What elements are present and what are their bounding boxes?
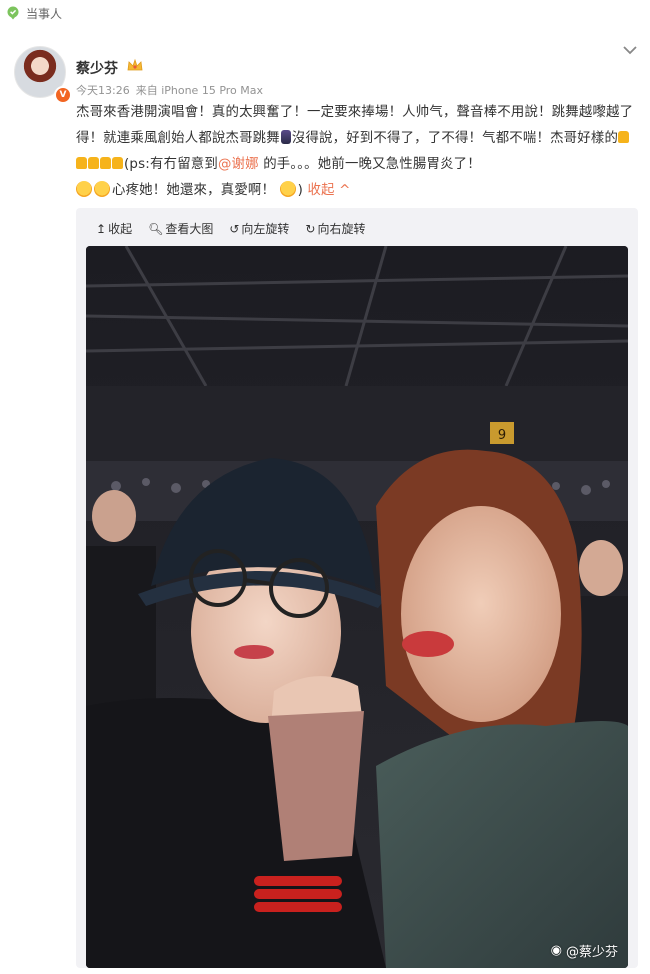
media-toolbar: ↥ 收起 🔍︎ 查看大图 ↺ 向左旋转 ↻ 向右旋转 [96,220,365,237]
crown-icon [127,58,143,71]
weibo-logo-icon: ◉ [550,943,562,958]
text-part2: 沒得說，好到不得了，了不得！气都不喘！杰哥好樣的 [291,131,619,146]
photo-watermark: ◉ @蔡少芬 [550,943,618,960]
section-number: 9 [498,428,506,443]
post-text: 杰哥來香港開演唱會！真的太興奮了！一定要來捧場！人帅气，聲音棒不用說！跳舞越嚟越… [76,100,636,204]
thumbs-up-icon [76,157,87,169]
thumbs-up-icon [100,157,111,169]
thumbs-up-icon [88,157,99,169]
collapse-image-button[interactable]: ↥ 收起 [96,220,132,237]
location-pin-icon [7,6,19,20]
username[interactable]: 蔡少芬 [76,58,118,78]
post-source: 来自 iPhone 15 Pro Max [135,84,264,97]
thumbs-up-icon [618,131,630,143]
text-part3: (ps:有冇留意到 [124,157,218,172]
crying-face-icon [94,181,110,197]
text-part5: 心疼她！她還來，真愛啊！ [112,183,276,198]
crying-face-icon [76,181,92,197]
text-part4: 的手。。。她前一晚又急性腸胃炎了！ [258,157,481,172]
collapse-link[interactable]: 收起 ^ [307,183,350,198]
topic-tag-label: 当事人 [26,6,63,21]
text-part6: ) [297,183,308,198]
topic-tag[interactable]: 当事人 [6,4,62,22]
chevron-down-icon[interactable] [622,44,638,56]
arrow-up-icon: ↥ [96,221,107,236]
view-large-button[interactable]: 🔍︎ 查看大图 [148,220,213,237]
verified-badge-icon: V [54,86,72,104]
rotate-left-icon: ↺ [229,221,240,236]
smiling-face-icon [279,181,296,197]
rotate-right-icon: ↻ [305,221,316,236]
post-time[interactable]: 今天13:26 [76,82,130,98]
rotate-right-button[interactable]: ↻ 向右旋转 [305,220,365,237]
thumbs-up-icon [112,157,123,169]
post-photo[interactable]: 9 ◉ @蔡少芬 [86,246,628,968]
post-meta: 今天13:26 来自 iPhone 15 Pro Max [76,82,263,98]
rotate-left-button[interactable]: ↺ 向左旋转 [229,220,289,237]
photo-illustration: 9 [86,246,628,968]
mention-link[interactable]: @谢娜 [218,157,259,172]
magnifier-icon: 🔍︎ [148,221,164,236]
dancer-emoji-icon [280,130,291,144]
